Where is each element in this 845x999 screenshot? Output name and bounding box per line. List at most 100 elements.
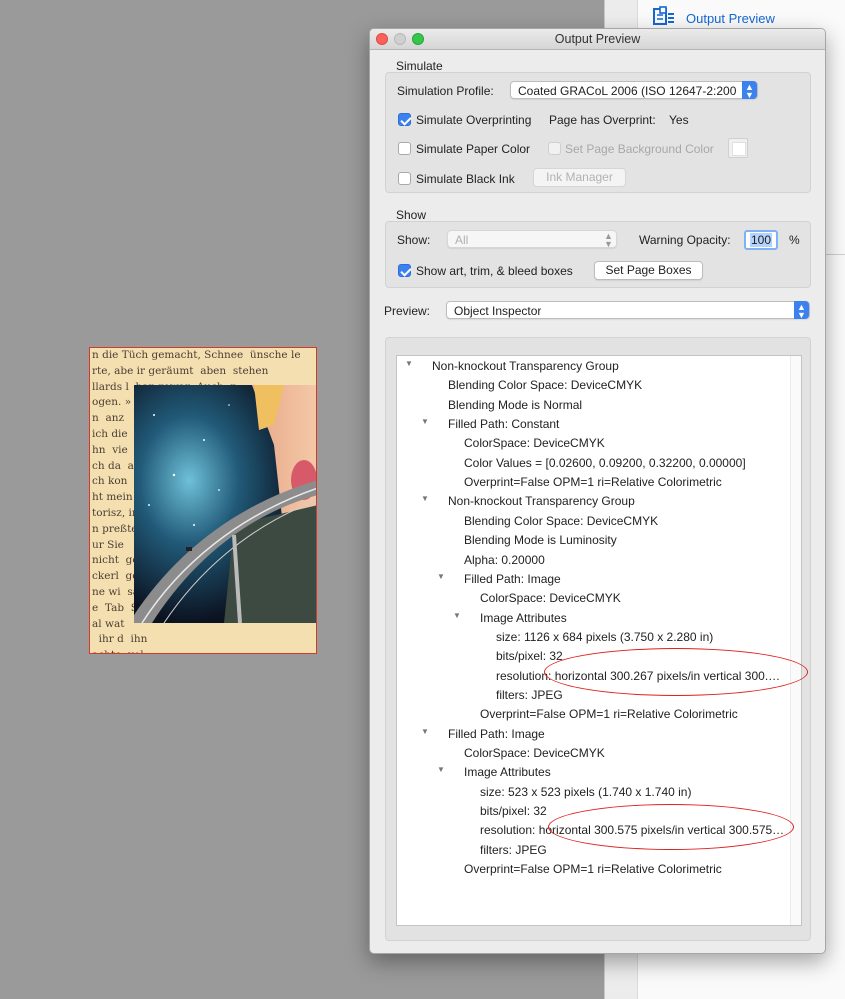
inspector-tree-row-label: filters: JPEG bbox=[480, 842, 547, 857]
inspector-tree-row[interactable]: bits/pixel: 32 bbox=[397, 803, 789, 822]
page-background-color-swatch[interactable] bbox=[728, 138, 748, 158]
inspector-tree-row-label: size: 523 x 523 pixels (1.740 x 1.740 in… bbox=[480, 784, 692, 799]
inspector-tree-row[interactable]: resolution: horizontal 300.575 pixels/in… bbox=[397, 822, 789, 841]
newspaper-line: ihr d ihn bbox=[92, 633, 148, 646]
show-boxes-checkbox[interactable] bbox=[398, 264, 411, 277]
inspector-tree-row-label: Non-knockout Transparency Group bbox=[432, 359, 619, 373]
simulate-paper-color-checkbox[interactable] bbox=[398, 142, 411, 155]
inspector-tree-row[interactable]: bits/pixel: 32 bbox=[397, 648, 789, 667]
inspector-tree-row[interactable]: ▼ Non-knockout Transparency Group bbox=[397, 493, 789, 512]
newspaper-line: rte, abe ir geräumt aben stehen bbox=[92, 364, 269, 377]
set-page-boxes-button[interactable]: Set Page Boxes bbox=[594, 261, 703, 280]
chevron-updown-icon: ▲ ▼ bbox=[604, 231, 613, 249]
inspector-tree-row[interactable]: size: 1126 x 684 pixels (3.750 x 2.280 i… bbox=[397, 629, 789, 648]
inspector-tree-row-label: Image Attributes bbox=[480, 610, 567, 625]
inspector-tree-row-label: Image Attributes bbox=[464, 765, 551, 780]
preview-select[interactable]: Object Inspector ▲ ▼ bbox=[446, 301, 810, 320]
output-preview-dialog: Output Preview Simulate Simulation Profi… bbox=[369, 28, 826, 954]
inspector-tree-row-label: Filled Path: Image bbox=[448, 726, 545, 741]
simulate-black-ink-checkbox[interactable] bbox=[398, 172, 411, 185]
preview-value: Object Inspector bbox=[454, 304, 542, 318]
disclosure-triangle-icon[interactable]: ▼ bbox=[405, 359, 415, 368]
page-has-overprint-value: Yes bbox=[669, 113, 689, 127]
document-page-preview: n die Tüch gemacht, Schnee ünsche le rte,… bbox=[89, 347, 317, 654]
inspector-tree-row-label: Overprint=False OPM=1 ri=Relative Colori… bbox=[480, 707, 738, 722]
inspector-tree-row-label: Blending Color Space: DeviceCMYK bbox=[464, 513, 659, 528]
disclosure-triangle-icon[interactable]: ▼ bbox=[453, 611, 463, 620]
chevron-updown-icon: ▲ ▼ bbox=[742, 81, 757, 100]
show-value: All bbox=[455, 233, 469, 247]
inspector-tree-row[interactable]: ColorSpace: DeviceCMYK bbox=[397, 745, 789, 764]
inspector-tree-row-label: Overprint=False OPM=1 ri=Relative Colori… bbox=[464, 862, 722, 877]
simulate-group: Simulation Profile: Coated GRACoL 2006 (… bbox=[385, 72, 811, 193]
inspector-tree-row-label: bits/pixel: 32 bbox=[480, 804, 547, 819]
disclosure-triangle-icon[interactable]: ▼ bbox=[421, 494, 431, 503]
simulation-profile-label: Simulation Profile: bbox=[397, 84, 494, 98]
warning-opacity-input[interactable]: 100 bbox=[744, 230, 778, 250]
inspector-tree-row-label: resolution: horizontal 300.575 pixels/in… bbox=[480, 823, 785, 838]
show-select[interactable]: All ▲ ▼ bbox=[447, 230, 617, 249]
inspector-tree-row[interactable]: Overprint=False OPM=1 ri=Relative Colori… bbox=[397, 861, 789, 880]
inspector-tree-row[interactable]: ▼ Filled Path: Image bbox=[397, 571, 789, 590]
collage-image bbox=[134, 385, 316, 623]
warning-opacity-value: 100 bbox=[750, 233, 773, 247]
disclosure-triangle-icon[interactable]: ▼ bbox=[437, 572, 447, 581]
inspector-tree-row[interactable]: Blending Color Space: DeviceCMYK bbox=[397, 513, 789, 532]
inspector-tree-row[interactable]: ▼ Non-knockout Transparency Group bbox=[397, 358, 789, 377]
inspector-tree-row[interactable]: Blending Mode is Normal bbox=[397, 397, 789, 416]
disclosure-triangle-icon[interactable]: ▼ bbox=[421, 727, 431, 736]
show-section-label: Show bbox=[396, 208, 427, 222]
show-label: Show: bbox=[397, 233, 431, 247]
simulate-overprinting-checkbox[interactable] bbox=[398, 113, 411, 126]
inspector-tree-row[interactable]: filters: JPEG bbox=[397, 687, 789, 706]
inspector-tree-row[interactable]: Color Values = [0.02600, 0.09200, 0.3220… bbox=[397, 455, 789, 474]
newspaper-line: achte vol bbox=[92, 648, 316, 653]
dialog-titlebar[interactable]: Output Preview bbox=[370, 29, 825, 50]
simulation-profile-value: Coated GRACoL 2006 (ISO 12647-2:200… bbox=[518, 84, 738, 98]
object-inspector-tree[interactable]: ▼ Non-knockout Transparency Group Blending… bbox=[396, 355, 802, 926]
disclosure-triangle-icon[interactable]: ▼ bbox=[421, 417, 431, 426]
inspector-tree-row-label: bits/pixel: 32 bbox=[496, 649, 563, 664]
inspector-tree-row-label: Alpha: 0.20000 bbox=[464, 552, 545, 567]
inspector-tree-row[interactable]: ▼ Image Attributes bbox=[397, 610, 789, 629]
simulate-overprinting-label: Simulate Overprinting bbox=[416, 113, 532, 127]
simulate-black-ink-label: Simulate Black Ink bbox=[416, 172, 515, 186]
panel-divider bbox=[824, 254, 845, 255]
inspector-tree-row-label: Non-knockout Transparency Group bbox=[448, 494, 635, 509]
inspector-tree-row[interactable]: filters: JPEG bbox=[397, 842, 789, 861]
page-has-overprint-label: Page has Overprint: bbox=[549, 113, 656, 127]
inspector-tree-row-label: filters: JPEG bbox=[496, 687, 563, 702]
inspector-tree-row[interactable]: ColorSpace: DeviceCMYK bbox=[397, 435, 789, 454]
inspector-tree-row[interactable]: Overprint=False OPM=1 ri=Relative Colori… bbox=[397, 474, 789, 493]
show-boxes-label: Show art, trim, & bleed boxes bbox=[416, 264, 573, 278]
percent-sign: % bbox=[789, 233, 800, 247]
inspector-tree-row-label: Filled Path: Image bbox=[464, 571, 561, 586]
object-inspector-group: ▼ Non-knockout Transparency Group Blending… bbox=[385, 337, 811, 941]
inspector-tree-row[interactable]: ▼ Image Attributes bbox=[397, 764, 789, 783]
dialog-title: Output Preview bbox=[554, 32, 641, 46]
inspector-tree-row[interactable]: ColorSpace: DeviceCMYK bbox=[397, 590, 789, 609]
inspector-tree-row-label: Blending Mode is Luminosity bbox=[464, 533, 617, 548]
inspector-tree-row-label: ColorSpace: DeviceCMYK bbox=[464, 746, 605, 760]
inspector-scrollbar[interactable] bbox=[790, 356, 801, 925]
newspaper-line: n die Tüch gemacht, Schnee ünsche le bbox=[92, 349, 301, 361]
simulation-profile-select[interactable]: Coated GRACoL 2006 (ISO 12647-2:200… ▲ ▼ bbox=[510, 81, 758, 100]
inspector-tree-row[interactable]: size: 523 x 523 pixels (1.740 x 1.740 in… bbox=[397, 784, 789, 803]
disclosure-triangle-icon[interactable]: ▼ bbox=[437, 765, 447, 774]
inspector-tree-row-label: size: 1126 x 684 pixels (3.750 x 2.280 i… bbox=[496, 629, 714, 644]
inspector-tree-row-label: Overprint=False OPM=1 ri=Relative Colori… bbox=[464, 475, 722, 490]
chevron-updown-icon: ▲ ▼ bbox=[794, 301, 809, 320]
inspector-tree-row[interactable]: resolution: horizontal 300.267 pixels/in… bbox=[397, 668, 789, 687]
show-group: Show: All ▲ ▼ Warning Opacity: 100 % Show… bbox=[385, 221, 811, 288]
inspector-tree-row[interactable]: Blending Color Space: DeviceCMYK bbox=[397, 377, 789, 396]
ink-manager-button[interactable]: Ink Manager bbox=[533, 168, 626, 187]
inspector-tree-row[interactable]: ▼ Filled Path: Image bbox=[397, 726, 789, 745]
inspector-tree-row[interactable]: ▼ Filled Path: Constant bbox=[397, 416, 789, 435]
inspector-tree-row[interactable]: Blending Mode is Luminosity bbox=[397, 532, 789, 551]
preview-label: Preview: bbox=[384, 304, 431, 318]
inspector-tree-row[interactable]: Overprint=False OPM=1 ri=Relative Colori… bbox=[397, 706, 789, 725]
simulate-paper-color-label: Simulate Paper Color bbox=[416, 142, 531, 156]
inspector-tree-row[interactable]: Alpha: 0.20000 bbox=[397, 552, 789, 571]
set-page-background-color-checkbox[interactable] bbox=[548, 142, 561, 155]
simulate-section-label: Simulate bbox=[396, 59, 443, 73]
